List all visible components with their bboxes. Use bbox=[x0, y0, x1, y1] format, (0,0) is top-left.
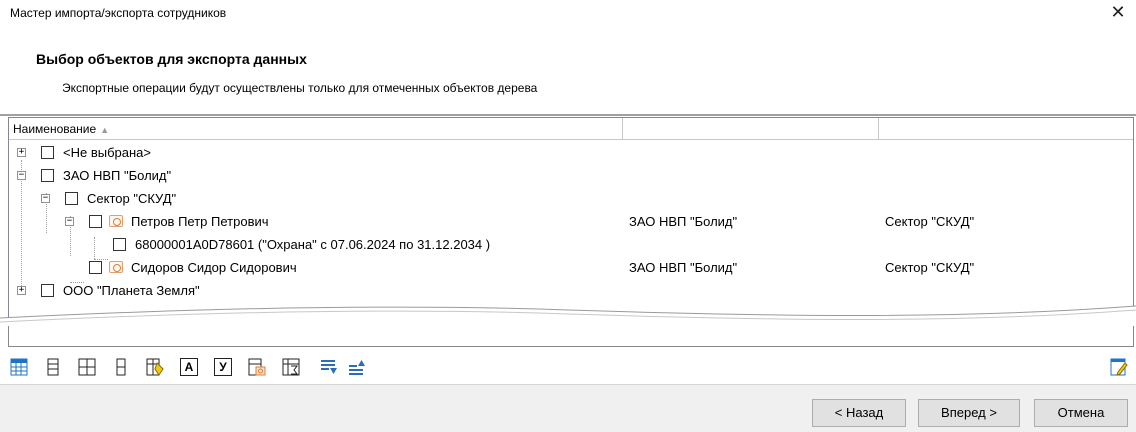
sort-asc-icon: ▲ bbox=[100, 125, 110, 135]
a-icon-label: А bbox=[184, 360, 194, 374]
wizard-header: Выбор объектов для экспорта данных Экспо… bbox=[0, 24, 1136, 117]
column-name-label: Наименование bbox=[13, 122, 97, 136]
expand-icon[interactable]: + bbox=[17, 148, 26, 157]
page-title: Выбор объектов для экспорта данных bbox=[36, 51, 307, 67]
row-checkbox[interactable] bbox=[41, 146, 54, 159]
tree-row[interactable]: − ЗАО НВП "Болид" bbox=[9, 164, 1133, 187]
collapse-icon[interactable]: − bbox=[65, 217, 74, 226]
row-label: Сектор "СКУД" bbox=[87, 191, 177, 206]
row-checkbox[interactable] bbox=[89, 215, 102, 228]
collapse-icon[interactable]: − bbox=[41, 194, 50, 203]
window-title: Мастер импорта/экспорта сотрудников bbox=[10, 6, 227, 20]
row-checkbox[interactable] bbox=[89, 261, 102, 274]
row-checkbox[interactable] bbox=[41, 284, 54, 297]
photo-icon[interactable] bbox=[248, 358, 266, 376]
row-dept: Сектор "СКУД" bbox=[885, 260, 975, 275]
row-checkbox[interactable] bbox=[65, 192, 78, 205]
row-org: ЗАО НВП "Болид" bbox=[629, 214, 738, 229]
column-name-header[interactable]: Наименование ▲ bbox=[9, 118, 623, 140]
row-checkbox[interactable] bbox=[113, 238, 126, 251]
close-icon[interactable]: ✕ bbox=[1100, 0, 1136, 24]
row-dept: Сектор "СКУД" bbox=[885, 214, 975, 229]
row-label: Сидоров Сидор Сидорович bbox=[131, 260, 297, 275]
employee-photo-icon bbox=[109, 215, 123, 227]
fill-icon[interactable] bbox=[146, 358, 164, 376]
grid-toolbar: А У bbox=[0, 352, 1136, 382]
tree-row[interactable]: Сидоров Сидор Сидорович ЗАО НВП "Болид" … bbox=[9, 256, 1133, 279]
row-label: Петров Петр Петрович bbox=[131, 214, 269, 229]
u-icon[interactable]: У bbox=[214, 358, 232, 376]
tree-row[interactable]: − Петров Петр Петрович ЗАО НВП "Болид" С… bbox=[9, 210, 1133, 233]
fields-icon[interactable] bbox=[78, 358, 96, 376]
collapse-icon[interactable]: − bbox=[17, 171, 26, 180]
tree-row[interactable]: − Сектор "СКУД" bbox=[9, 187, 1133, 210]
column-icon[interactable] bbox=[112, 358, 130, 376]
row-label: 68000001A0D78601 ("Охрана" с 07.06.2024 … bbox=[135, 237, 491, 252]
row-label: ООО "Планета Земля" bbox=[63, 283, 200, 298]
column-dept-header[interactable] bbox=[879, 118, 1133, 140]
tree-row[interactable]: + ООО "Планета Земля" bbox=[9, 279, 1133, 302]
next-button[interactable]: Вперед > bbox=[918, 399, 1020, 427]
cancel-button[interactable]: Отмена bbox=[1034, 399, 1128, 427]
wizard-button-bar: < Назад Вперед > Отмена bbox=[0, 384, 1136, 432]
row-org: ЗАО НВП "Болид" bbox=[629, 260, 738, 275]
page-subtitle: Экспортные операции будут осуществлены т… bbox=[62, 81, 538, 95]
torn-edge-divider bbox=[0, 305, 1136, 326]
move-down-icon[interactable] bbox=[320, 358, 338, 376]
field-icon[interactable] bbox=[44, 358, 62, 376]
u-icon-label: У bbox=[219, 360, 227, 374]
column-org-header[interactable] bbox=[623, 118, 879, 140]
tree-row[interactable]: + <Не выбрана> bbox=[9, 141, 1133, 164]
sum-icon[interactable] bbox=[282, 358, 300, 376]
expand-icon[interactable]: + bbox=[17, 286, 26, 295]
tree-row[interactable]: 68000001A0D78601 ("Охрана" с 07.06.2024 … bbox=[9, 233, 1133, 256]
header-separator bbox=[0, 114, 1136, 116]
row-checkbox[interactable] bbox=[41, 169, 54, 182]
employee-photo-icon bbox=[109, 261, 123, 273]
move-up-icon[interactable] bbox=[348, 358, 366, 376]
grid-header: Наименование ▲ bbox=[9, 118, 1133, 140]
edit-icon[interactable] bbox=[1110, 358, 1128, 376]
title-bar: Мастер импорта/экспорта сотрудников ✕ bbox=[0, 0, 1136, 24]
row-label: ЗАО НВП "Болид" bbox=[63, 168, 172, 183]
a-icon[interactable]: А bbox=[180, 358, 198, 376]
row-label: <Не выбрана> bbox=[63, 145, 151, 160]
table-icon[interactable] bbox=[10, 358, 28, 376]
back-button[interactable]: < Назад bbox=[812, 399, 906, 427]
